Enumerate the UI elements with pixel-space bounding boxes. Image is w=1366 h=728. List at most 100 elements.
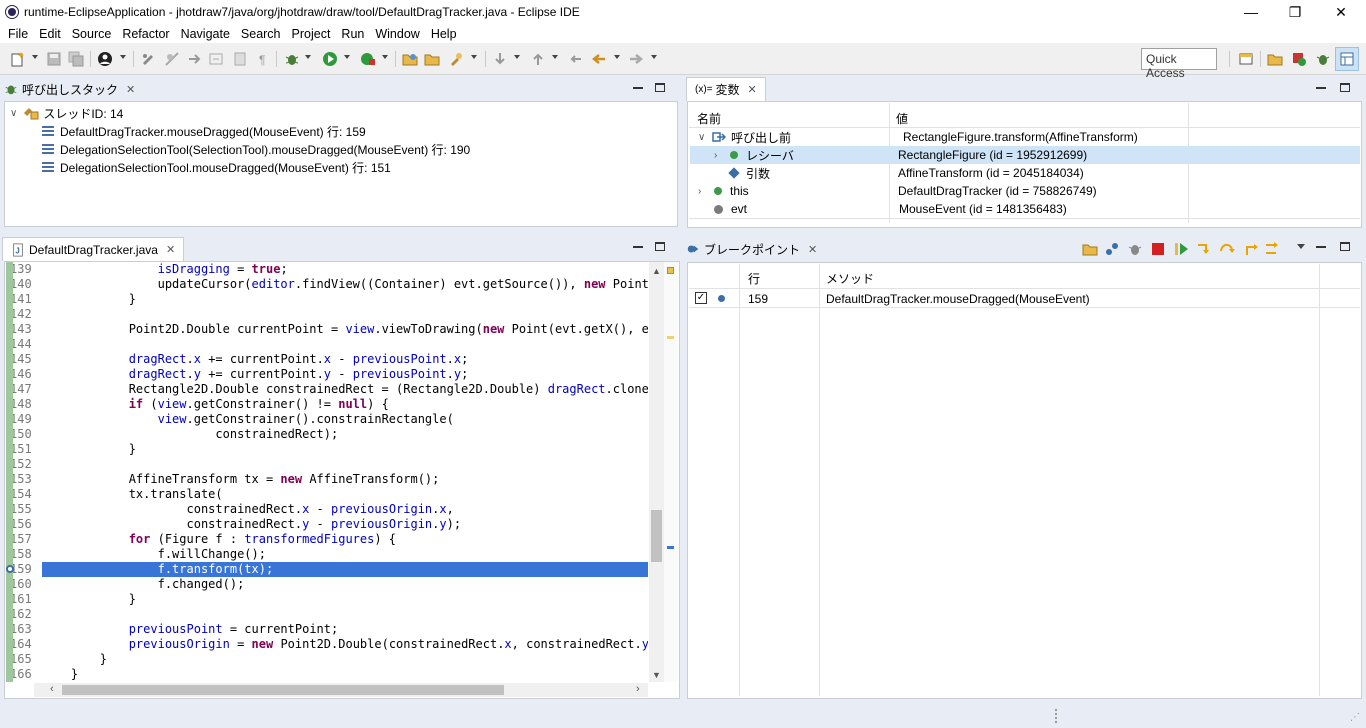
code-line[interactable]: 139 isDragging = true; <box>6 262 648 277</box>
run-icon[interactable] <box>322 51 338 67</box>
variable-row[interactable]: ∨ 呼び出し前 RectangleFigure.transform(Affine… <box>690 128 1360 146</box>
code-line[interactable]: 151 } <box>6 442 648 457</box>
chevron-right-icon[interactable]: › <box>714 150 724 161</box>
prev-annotation-icon[interactable] <box>530 51 546 67</box>
code-editor[interactable]: 139 isDragging = true; 140 updateCursor(e… <box>6 262 648 682</box>
close-tab-icon[interactable]: ✕ <box>808 243 817 256</box>
code-line[interactable]: 160 f.changed(); <box>6 577 648 592</box>
step-return-icon[interactable] <box>1242 241 1258 257</box>
column-header-line[interactable]: 行 <box>748 270 760 287</box>
step-into-icon[interactable] <box>1196 241 1212 257</box>
warning-marker-icon[interactable] <box>667 267 674 274</box>
skip-breakpoints-icon[interactable] <box>1127 241 1143 257</box>
variable-row[interactable]: 引数 AffineTransform (id = 2045184034) <box>690 164 1360 182</box>
next-annotation-dropdown-icon[interactable] <box>514 55 520 59</box>
forward-icon[interactable] <box>628 51 644 67</box>
breakpoint-line[interactable]: 159 <box>748 292 768 306</box>
column-header-value[interactable]: 値 <box>896 110 908 127</box>
prev-annotation-dropdown-icon[interactable] <box>552 55 558 59</box>
menu-source[interactable]: Source <box>72 27 112 41</box>
profile-dropdown-icon[interactable] <box>120 55 126 59</box>
open-folder-icon[interactable] <box>424 51 440 67</box>
new-dropdown-icon[interactable] <box>32 55 38 59</box>
variable-row[interactable]: evt MouseEvent (id = 1481356483) <box>690 200 1360 218</box>
code-line[interactable]: 165 } <box>6 652 648 667</box>
expand-all-icon[interactable] <box>1104 241 1120 257</box>
drop-to-frame-icon[interactable] <box>1264 241 1280 257</box>
code-line[interactable]: 163 previousPoint = currentPoint; <box>6 622 648 637</box>
debug-dropdown-icon[interactable] <box>305 55 311 59</box>
occurrence-marker[interactable] <box>667 336 674 339</box>
external-tools-icon[interactable] <box>360 51 376 67</box>
minimize-icon[interactable] <box>633 246 643 248</box>
chevron-down-icon[interactable]: ∨ <box>10 108 17 119</box>
scroll-left-icon[interactable]: ‹ <box>50 683 54 695</box>
maximize-icon[interactable] <box>655 242 665 251</box>
minimize-button[interactable]: — <box>1228 0 1274 24</box>
paragraph-icon[interactable]: ¶ <box>255 51 271 67</box>
new-java-project-icon[interactable] <box>402 51 418 67</box>
close-tab-icon[interactable]: ✕ <box>166 243 175 256</box>
horizontal-scrollbar-thumb[interactable] <box>62 685 504 695</box>
menu-refactor[interactable]: Refactor <box>122 27 169 41</box>
code-line[interactable]: 162 <box>6 607 648 622</box>
run-dropdown-icon[interactable] <box>344 55 350 59</box>
stack-frame[interactable]: DelegationSelectionTool.mouseDragged(Mou… <box>42 158 391 176</box>
debug-icon[interactable] <box>284 51 300 67</box>
code-line[interactable]: 144 <box>6 337 648 352</box>
back-icon[interactable] <box>591 51 607 67</box>
instruction-pointer-icon[interactable] <box>6 565 14 573</box>
code-line[interactable]: 140 updateCursor(editor.findView((Contai… <box>6 277 648 292</box>
minimize-icon[interactable] <box>1316 246 1326 248</box>
profile-icon[interactable] <box>97 51 113 67</box>
new-icon[interactable] <box>10 51 26 67</box>
column-header-name[interactable]: 名前 <box>697 110 721 127</box>
external-tools-dropdown-icon[interactable] <box>382 55 388 59</box>
scroll-down-icon[interactable]: ▼ <box>652 670 661 680</box>
menu-edit[interactable]: Edit <box>39 27 61 41</box>
open-folder-icon[interactable] <box>1082 241 1098 257</box>
breakpoint-method[interactable]: DefaultDragTracker.mouseDragged(MouseEve… <box>826 292 1090 306</box>
vertical-scrollbar-thumb[interactable] <box>651 510 662 562</box>
open-type-dropdown-icon[interactable] <box>471 55 477 59</box>
thread-row[interactable]: ∨ スレッドID: 14 <box>10 104 123 122</box>
code-line[interactable]: 152 <box>6 457 648 472</box>
code-line[interactable]: 146 dragRect.y += currentPoint.y - previ… <box>6 367 648 382</box>
maximize-icon[interactable] <box>1340 242 1350 251</box>
last-edit-icon[interactable] <box>568 51 584 67</box>
next-annotation-icon[interactable] <box>492 51 508 67</box>
variables-tab[interactable]: (x)= 変数 ✕ <box>686 77 766 101</box>
code-line[interactable]: 157 for (Figure f : transformedFigures) … <box>6 532 648 547</box>
skip-breakpoints-icon[interactable] <box>164 51 180 67</box>
code-line[interactable]: 141 } <box>6 292 648 307</box>
step-over-icon[interactable] <box>1219 241 1235 257</box>
code-line[interactable]: 143 Point2D.Double currentPoint = view.v… <box>6 322 648 337</box>
code-line[interactable]: 147 Rectangle2D.Double constrainedRect =… <box>6 382 648 397</box>
code-line[interactable]: 154 tx.translate( <box>6 487 648 502</box>
code-line[interactable]: 159 f.transform(tx); <box>6 562 648 577</box>
open-perspective-icon[interactable] <box>1238 51 1254 67</box>
maximize-icon[interactable] <box>655 83 665 92</box>
step-filter-icon[interactable] <box>208 51 224 67</box>
use-filters-icon[interactable] <box>232 51 248 67</box>
menu-search[interactable]: Search <box>241 27 281 41</box>
resume-icon[interactable] <box>1173 241 1189 257</box>
menu-help[interactable]: Help <box>431 27 457 41</box>
variable-row[interactable]: › this DefaultDragTracker (id = 75882674… <box>690 182 1360 200</box>
code-line[interactable]: 164 previousOrigin = new Point2D.Double(… <box>6 637 648 652</box>
current-line-marker[interactable] <box>667 546 674 549</box>
stack-frame[interactable]: DelegationSelectionTool(SelectionTool).m… <box>42 140 470 158</box>
vertical-scrollbar[interactable] <box>649 262 664 682</box>
drop-frame-icon[interactable] <box>186 51 202 67</box>
code-line[interactable]: 148 if (view.getConstrainer() != null) { <box>6 397 648 412</box>
chevron-down-icon[interactable]: ∨ <box>698 132 708 143</box>
close-tab-icon[interactable]: ✕ <box>748 83 757 96</box>
close-tab-icon[interactable]: ✕ <box>126 83 135 96</box>
quick-access-input[interactable]: Quick Access <box>1141 48 1217 80</box>
git-perspective-icon[interactable] <box>1291 51 1307 67</box>
variable-row[interactable]: › レシーバ RectangleFigure (id = 1952912699) <box>690 146 1360 164</box>
debug-perspective-icon[interactable] <box>1315 51 1331 67</box>
terminate-icon[interactable] <box>1152 243 1164 255</box>
code-line[interactable]: 166 } <box>6 667 648 682</box>
back-dropdown-icon[interactable] <box>614 55 620 59</box>
